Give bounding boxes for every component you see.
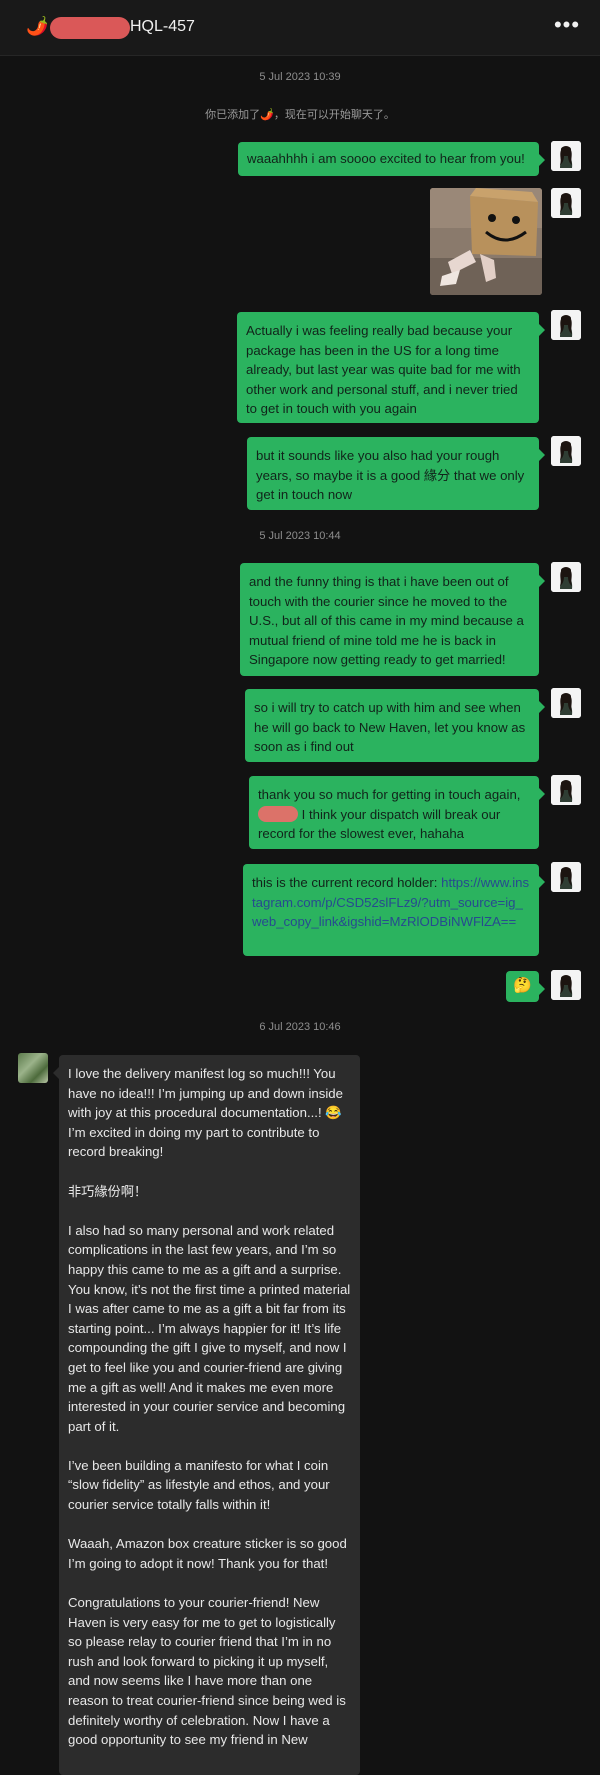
my-avatar[interactable] bbox=[551, 775, 581, 805]
my-avatar[interactable] bbox=[551, 862, 581, 892]
message-outgoing[interactable]: so i will try to catch up with him and s… bbox=[245, 689, 545, 762]
redacted-name bbox=[258, 805, 298, 822]
timestamp: 6 Jul 2023 10:46 bbox=[259, 1021, 341, 1033]
sticker-photo-box-creature[interactable] bbox=[430, 188, 542, 295]
contact-avatar[interactable] bbox=[18, 1053, 48, 1083]
message-outgoing[interactable]: thank you so much for getting in touch a… bbox=[249, 776, 545, 849]
my-avatar[interactable] bbox=[551, 562, 581, 592]
message-paragraph: 非巧緣份啊！ bbox=[68, 1183, 148, 1199]
my-avatar[interactable] bbox=[551, 188, 581, 218]
message-outgoing[interactable]: this is the current record holder: https… bbox=[243, 864, 545, 956]
system-message: 你已添加了🌶️，现在可以开始聊天了。 bbox=[205, 109, 395, 121]
message-text: thank you so much for getting in touch a… bbox=[258, 787, 521, 802]
message-outgoing[interactable]: and the funny thing is that i have been … bbox=[240, 563, 545, 676]
my-avatar[interactable] bbox=[551, 436, 581, 466]
chat-header: 🌶️ HQL-457 ••• bbox=[0, 0, 600, 56]
my-avatar[interactable] bbox=[551, 688, 581, 718]
my-avatar[interactable] bbox=[551, 141, 581, 171]
message-paragraph: Congratulations to your courier-friend! … bbox=[68, 1595, 346, 1748]
my-avatar[interactable] bbox=[551, 970, 581, 1000]
message-outgoing[interactable]: but it sounds like you also had your rou… bbox=[247, 437, 545, 510]
message-outgoing[interactable]: waaahhhh i am soooo excited to hear from… bbox=[238, 142, 545, 176]
more-options-icon[interactable]: ••• bbox=[552, 10, 582, 44]
message-paragraph: I’ve been building a manifesto for what … bbox=[68, 1457, 330, 1513]
message-incoming[interactable]: I love the delivery manifest log so much… bbox=[53, 1055, 360, 1775]
chat-title: HQL-457 bbox=[130, 18, 195, 35]
redacted-name bbox=[50, 17, 130, 39]
message-text: this is the current record holder: bbox=[252, 875, 442, 890]
timestamp: 5 Jul 2023 10:44 bbox=[259, 530, 341, 542]
chili-icon: 🌶️ bbox=[26, 16, 49, 36]
my-avatar[interactable] bbox=[551, 310, 581, 340]
message-outgoing-emoji[interactable]: 🤔 bbox=[506, 971, 545, 1002]
message-paragraph: I love the delivery manifest log so much… bbox=[68, 1066, 343, 1160]
timestamp: 5 Jul 2023 10:39 bbox=[259, 71, 341, 83]
message-outgoing[interactable]: Actually i was feeling really bad becaus… bbox=[237, 312, 545, 423]
message-paragraph: I also had so many personal and work rel… bbox=[68, 1222, 351, 1434]
message-paragraph: Waaah, Amazon box creature sticker is so… bbox=[68, 1536, 347, 1571]
